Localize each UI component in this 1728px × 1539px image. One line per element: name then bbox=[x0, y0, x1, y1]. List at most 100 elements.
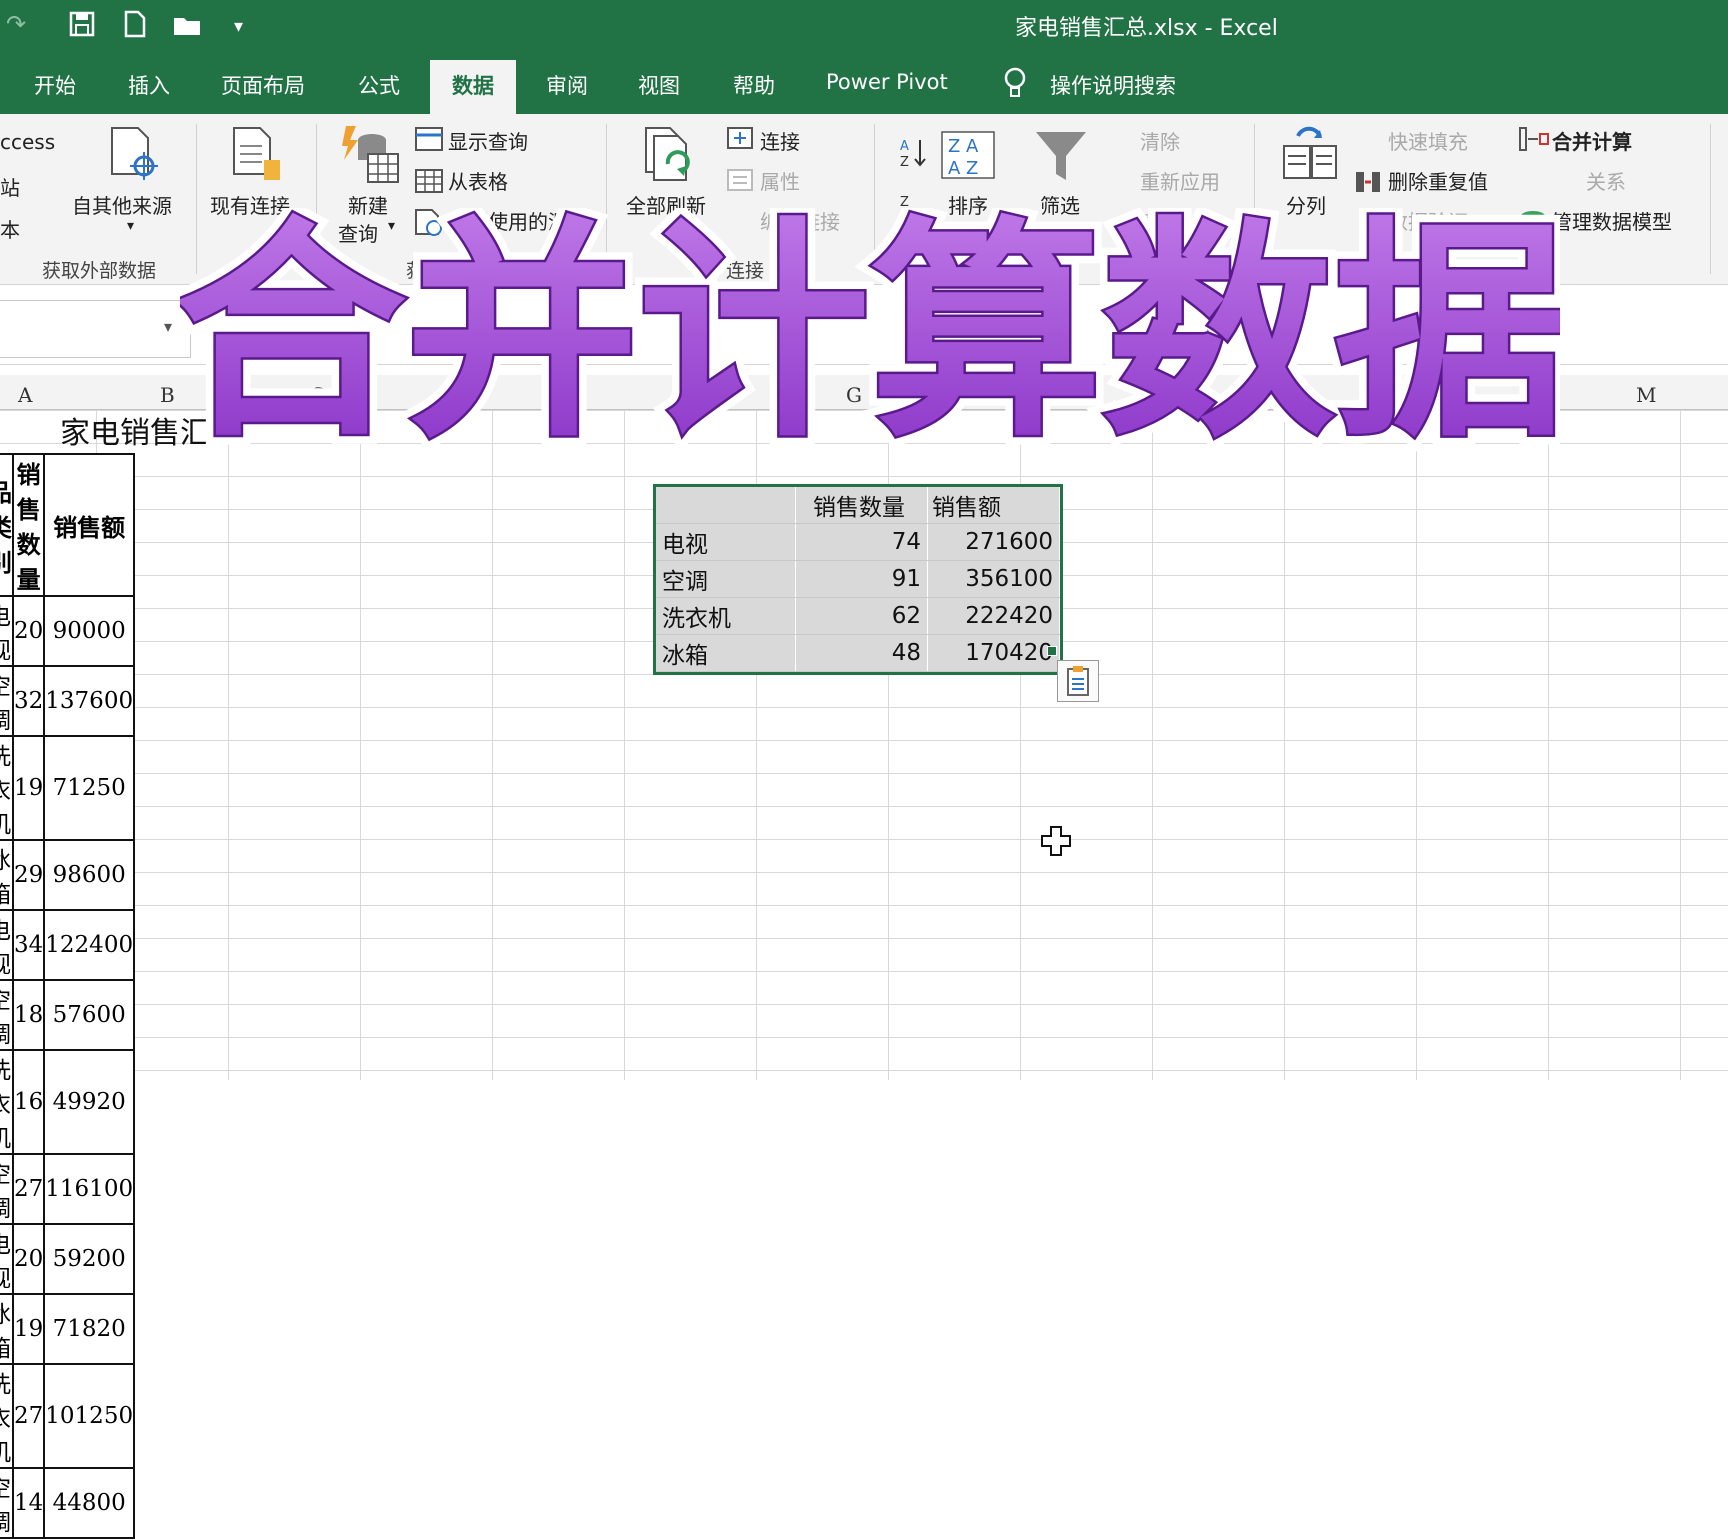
redo-icon[interactable]: ↷ bbox=[6, 10, 26, 38]
table-cell[interactable]: 59200 bbox=[43, 1223, 136, 1295]
tab-view[interactable]: 视图 bbox=[638, 70, 680, 100]
customize-toolbar-icon[interactable]: ▾ bbox=[234, 16, 243, 37]
table-cell[interactable]: 洗衣机 bbox=[656, 597, 796, 635]
result-header-quantity[interactable]: 销售数量 bbox=[795, 487, 928, 524]
column-header-b[interactable]: B bbox=[160, 383, 175, 407]
table-cell[interactable]: 91 bbox=[795, 560, 928, 598]
tell-me-search[interactable]: 操作说明搜索 bbox=[1050, 70, 1176, 100]
filter-icon bbox=[1034, 128, 1088, 188]
paste-options-button[interactable] bbox=[1057, 660, 1099, 702]
table-cell[interactable]: 222420 bbox=[927, 597, 1060, 635]
properties-button[interactable]: 属性 bbox=[760, 166, 800, 195]
table-cell[interactable]: 122400 bbox=[43, 909, 136, 981]
other-sources-button[interactable]: 自其他来源 bbox=[72, 190, 172, 219]
tab-insert[interactable]: 插入 bbox=[128, 70, 170, 100]
table-cell[interactable]: 116100 bbox=[43, 1153, 136, 1225]
show-queries-button[interactable]: 显示查询 bbox=[448, 126, 528, 155]
table-cell[interactable]: 洗衣机 bbox=[0, 735, 14, 841]
table-cell[interactable]: 空调 bbox=[0, 1153, 14, 1225]
table-cell[interactable]: 271600 bbox=[927, 523, 1060, 561]
table-cell[interactable]: 170420 bbox=[927, 634, 1060, 672]
table-cell[interactable]: 冰箱 bbox=[0, 1293, 14, 1365]
table-row: 冰箱2998600 bbox=[0, 839, 136, 911]
table-cell[interactable]: 57600 bbox=[43, 979, 136, 1051]
table-cell[interactable]: 101250 bbox=[43, 1363, 136, 1469]
table-cell[interactable]: 44800 bbox=[43, 1467, 136, 1539]
table-cell[interactable]: 18 bbox=[11, 979, 46, 1051]
column-header-m[interactable]: M bbox=[1636, 383, 1656, 407]
table-cell[interactable]: 空调 bbox=[0, 979, 14, 1051]
table-cell[interactable]: 16 bbox=[11, 1049, 46, 1155]
properties-icon bbox=[726, 168, 754, 196]
from-text-button[interactable]: 本 bbox=[0, 214, 20, 243]
relationships-button[interactable]: 关系 bbox=[1586, 166, 1626, 195]
tab-home[interactable]: 开始 bbox=[34, 70, 76, 100]
group-label-get-external: 获取外部数据 bbox=[42, 260, 157, 282]
from-access-button[interactable]: ccess bbox=[0, 130, 55, 154]
tab-page-layout[interactable]: 页面布局 bbox=[221, 70, 305, 100]
flash-fill-button[interactable]: 快速填充 bbox=[1388, 126, 1468, 155]
tab-help[interactable]: 帮助 bbox=[733, 70, 775, 100]
table-cell[interactable]: 20 bbox=[11, 1223, 46, 1295]
table-cell[interactable]: 20 bbox=[11, 595, 46, 667]
fill-handle[interactable] bbox=[1047, 646, 1057, 656]
column-header-a[interactable]: A bbox=[18, 383, 32, 407]
table-cell[interactable]: 电视 bbox=[656, 523, 796, 561]
tab-review[interactable]: 审阅 bbox=[546, 70, 588, 100]
source-data-table: 品类别 销售数量 销售额 电视2090000空调32137600洗衣机19712… bbox=[0, 453, 136, 1539]
table-cell[interactable] bbox=[656, 487, 796, 524]
table-cell[interactable]: 32 bbox=[11, 665, 46, 737]
consolidated-result-range[interactable]: 销售数量 销售额 电视 74 271600 空调 91 356100 洗衣机 62 222420… bbox=[653, 484, 1063, 675]
clear-filter-button[interactable]: 清除 bbox=[1140, 126, 1180, 155]
from-table-button[interactable]: 从表格 bbox=[448, 166, 508, 195]
tab-power-pivot[interactable]: Power Pivot bbox=[826, 70, 948, 94]
table-cell[interactable]: 137600 bbox=[43, 665, 136, 737]
table-cell[interactable]: 洗衣机 bbox=[0, 1049, 14, 1155]
table-cell[interactable]: 29 bbox=[11, 839, 46, 911]
table-cell[interactable]: 356100 bbox=[927, 560, 1060, 598]
table-cell[interactable]: 冰箱 bbox=[0, 839, 14, 911]
table-cell[interactable]: 90000 bbox=[43, 595, 136, 667]
table-cell[interactable]: 74 bbox=[795, 523, 928, 561]
header-category[interactable]: 品类别 bbox=[0, 453, 14, 597]
result-header-amount[interactable]: 销售额 bbox=[927, 487, 1060, 524]
tab-formulas[interactable]: 公式 bbox=[358, 70, 400, 100]
table-cell[interactable]: 14 bbox=[11, 1467, 46, 1539]
save-icon[interactable] bbox=[68, 10, 96, 44]
manage-data-model-button[interactable]: 管理数据模型 bbox=[1552, 206, 1672, 235]
reapply-filter-button[interactable]: 重新应用 bbox=[1140, 166, 1220, 195]
table-cell[interactable]: 48 bbox=[795, 634, 928, 672]
chevron-down-icon[interactable]: ▾ bbox=[164, 317, 172, 336]
table-cell[interactable]: 洗衣机 bbox=[0, 1363, 14, 1469]
consolidated-table: 销售数量 销售额 电视 74 271600 空调 91 356100 洗衣机 62 222420… bbox=[656, 487, 1060, 672]
table-cell[interactable]: 98600 bbox=[43, 839, 136, 911]
table-cell[interactable]: 电视 bbox=[0, 909, 14, 981]
header-quantity[interactable]: 销售数量 bbox=[11, 453, 46, 597]
tab-data[interactable]: 数据 bbox=[430, 60, 516, 114]
table-cell[interactable]: 空调 bbox=[0, 665, 14, 737]
table-cell[interactable]: 27 bbox=[11, 1153, 46, 1225]
table-cell[interactable]: 空调 bbox=[0, 1467, 14, 1539]
table-cell[interactable]: 冰箱 bbox=[656, 634, 796, 672]
table-cell[interactable]: 49920 bbox=[43, 1049, 136, 1155]
table-cell[interactable]: 71250 bbox=[43, 735, 136, 841]
table-cell[interactable]: 电视 bbox=[0, 1223, 14, 1295]
consolidate-button[interactable]: 合并计算 bbox=[1552, 126, 1632, 155]
table-cell[interactable]: 空调 bbox=[656, 560, 796, 598]
table-cell[interactable]: 34 bbox=[11, 909, 46, 981]
table-cell[interactable]: 电视 bbox=[0, 595, 14, 667]
table-cell[interactable]: 19 bbox=[11, 735, 46, 841]
remove-duplicates-button[interactable]: 删除重复值 bbox=[1388, 166, 1488, 195]
sort-ascending-icon[interactable]: AZ bbox=[898, 136, 928, 174]
table-cell[interactable]: 71820 bbox=[43, 1293, 136, 1365]
new-file-icon[interactable] bbox=[122, 10, 148, 44]
table-cell[interactable]: 62 bbox=[795, 597, 928, 635]
table-cell[interactable]: 19 bbox=[11, 1293, 46, 1365]
open-folder-icon[interactable] bbox=[172, 10, 204, 44]
connections-button[interactable]: 连接 bbox=[760, 126, 800, 155]
header-amount[interactable]: 销售额 bbox=[43, 453, 136, 597]
table-row: 电视 74 271600 bbox=[656, 523, 1060, 561]
from-web-button[interactable]: 站 bbox=[0, 172, 20, 201]
table-cell[interactable]: 27 bbox=[11, 1363, 46, 1469]
name-box[interactable]: ▾ bbox=[0, 300, 191, 358]
